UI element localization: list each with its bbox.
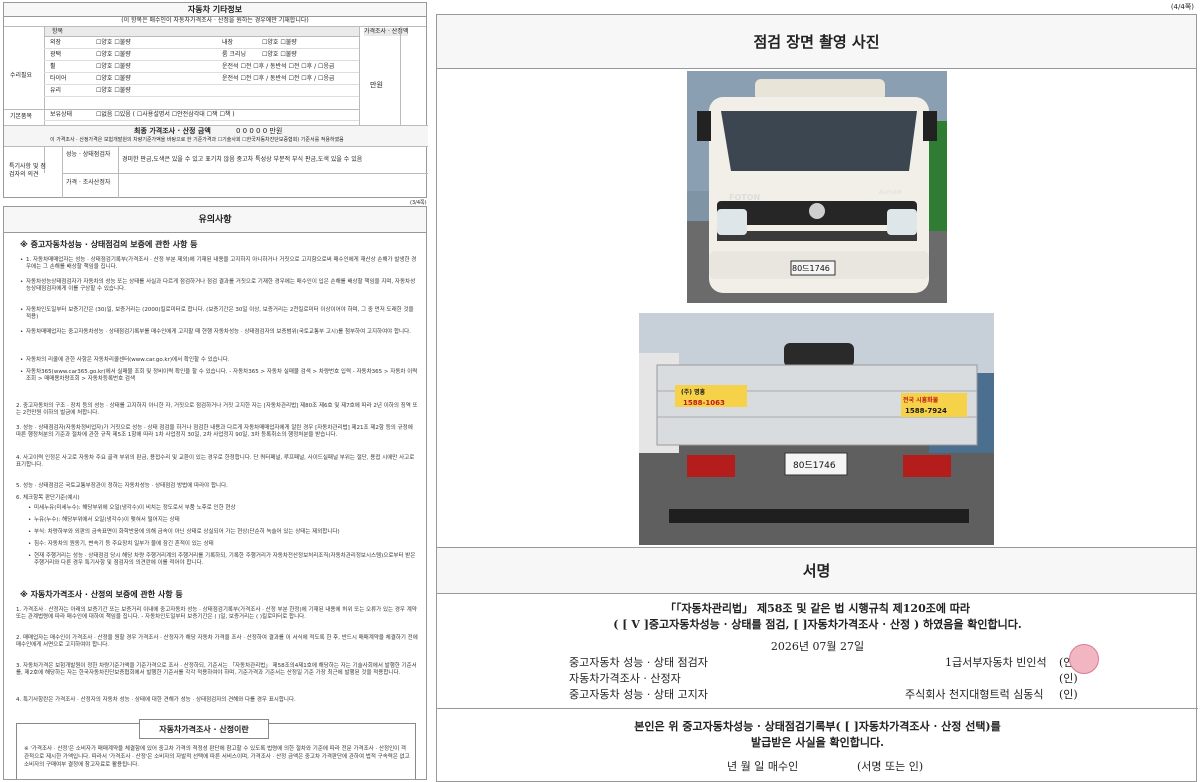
rear-plate: 80드1746 (793, 461, 836, 471)
gloss-checkbox[interactable]: ☐양호 ☐불량 (96, 49, 131, 61)
final-price-value: 0 0 0 0 0 만원 (236, 127, 283, 135)
signature-panel: 서명 「「자동차관리법」 제58조 및 같은 법 시행규칙 제120조에 따라 … (436, 548, 1198, 782)
panel-note: (이 항목은 매수인이 자동차가격조사 · 산정을 원하는 경우에만 기재합니다… (4, 17, 426, 27)
wheel-checkbox[interactable]: ☐양호 ☐불량 (96, 61, 131, 73)
vehicle-other-info-panel: 자동차 기타정보 (이 항목은 매수인이 자동차가격조사 · 산정을 원하는 경… (3, 2, 428, 198)
photo-panel-title: 점검 장면 촬영 사진 (437, 15, 1196, 69)
confirm-line-1: 본인은 위 중고자동차성능 · 상태점검기록부( [ ]자동차가격조사 · 산정… (634, 720, 1001, 733)
law-line-1: 「「자동차관리법」 제58조 및 같은 법 시행규칙 제120조에 따라 (664, 602, 971, 615)
appraiser-seal[interactable]: (인) (1059, 670, 1078, 686)
page-number-4: (4/4쪽) (1170, 3, 1194, 11)
buyer-line: 년 월 일 매수인 (727, 760, 799, 773)
law-line-2: ( [ V ]중고자동차성능 · 상태를 점검, [ ]자동차가격조사 · 산정… (613, 618, 1022, 631)
group-repair-label: 수리필요 (10, 72, 33, 79)
front-plate: 80드1746 (792, 264, 830, 273)
group-basic-label: 기본품목 (10, 113, 33, 120)
rear-sticker-phone-right: 1588-7924 (905, 407, 947, 415)
col-item-header: 항목 (52, 28, 64, 35)
glass-checkbox[interactable]: ☐양호 ☐불량 (96, 85, 131, 97)
price-unit: 만원 (370, 81, 383, 89)
exterior-checkbox[interactable]: ☐양호 ☐불량 (96, 37, 131, 49)
rear-sticker-company-left: (주) 명흥 (681, 389, 706, 396)
section-performance-warranty: ※ 중고자동차성능 · 상태점검의 보증에 관한 사항 등 (20, 240, 198, 249)
room-cleaning-checkbox[interactable]: ☐양호 ☐불량 (262, 49, 297, 61)
opinion-appraiser-label: 가격 · 조사산정자 (66, 179, 111, 186)
info-row: 외장 ☐양호 ☐불량 내장 ☐양호 ☐불량 (44, 37, 359, 49)
info-row: 타이어 ☐양호 ☐불량 운전석 ☐전 ☐후 / 동반석 ☐전 ☐후 / ☐응급 (44, 73, 359, 85)
buyer-signature[interactable]: (서명 또는 인) (857, 758, 923, 774)
tire-checkbox[interactable]: ☐양호 ☐불량 (96, 73, 131, 85)
opinion-label: 특기사항 및 점검자의 의견 (9, 163, 46, 178)
rear-sticker-phone-left: 1588-1063 (683, 399, 725, 407)
precautions-panel: 유의사항 ※ 중고자동차성능 · 상태점검의 보증에 관한 사항 등 1. 자동… (3, 206, 427, 780)
truck-brand: FOTON (729, 193, 761, 202)
wheel-position-checkbox[interactable]: 운전석 ☐전 ☐후 / 동반석 ☐전 ☐후 / ☐응급 (222, 61, 334, 73)
final-price-note: 이 가격조사 · 산정가격은 보험개발원의 차량기준가액을 바탕으로 한 기준가… (50, 137, 344, 143)
rear-sticker-company-right: 전국 시흥화물 (903, 397, 939, 404)
possession-checkbox[interactable]: ☐없음 ☐있음 ( ☐사용설명서 ☐안전삼각대 ☐잭 ☐책 ) (96, 109, 235, 121)
truck-rear-photo (639, 313, 994, 545)
precautions-title: 유의사항 (4, 207, 426, 233)
opinion-inspector-label: 성능 · 상태점검자 (66, 151, 111, 158)
opinion-inspector-text: 경미한 판금,도색은 있을 수 있고 표기치 않음 중고차 특성상 부분적 부식… (122, 156, 363, 163)
info-row: 유리 ☐양호 ☐불량 (44, 85, 359, 97)
info-row: 광택 ☐양호 ☐불량 룸 크리닝 ☐양호 ☐불량 (44, 49, 359, 61)
tire-position-checkbox[interactable]: 운전석 ☐전 ☐후 / 동반석 ☐전 ☐후 / ☐응급 (222, 73, 334, 85)
truck-model: Aumark (879, 189, 903, 196)
confirm-line-2: 발급받은 사실을 확인합니다. (751, 736, 884, 749)
final-price-label: 최종 가격조사 · 산정 금액 (134, 127, 211, 135)
appraiser-label: 자동차가격조사 · 산정자 (569, 672, 681, 685)
info-row: 휠 ☐양호 ☐불량 운전석 ☐전 ☐후 / 동반석 ☐전 ☐후 / ☐응급 (44, 61, 359, 73)
col-price-header: 가격조사 · 산정액 (364, 28, 409, 36)
inspector-value: 1급서부자동차 빈인석 (945, 656, 1047, 669)
section-price-warranty: ※ 자동차가격조사 · 산정의 보증에 관한 사항 등 (20, 590, 183, 599)
notifier-seal[interactable]: (인) (1059, 686, 1078, 702)
panel-title: 자동차 기타정보 (4, 3, 426, 17)
price-definition-title: 자동차가격조사 · 산정이란 (139, 719, 269, 739)
inspector-label: 중고자동차 성능 · 상태 점검자 (569, 656, 708, 669)
notifier-value: 주식회사 천지대형트럭 심동식 (905, 688, 1044, 701)
interior-checkbox[interactable]: ☐양호 ☐불량 (262, 37, 297, 49)
page-number-3: (3/4쪽) (410, 200, 427, 206)
inspection-photo-panel: 점검 장면 촬영 사진 FOTON Aumark 80드1746 (주) 명흥 … (436, 14, 1197, 548)
price-definition-text: ※ '가격조사 · 산정'은 소비자가 매매계약을 체결함에 있어 중고차 가격… (24, 746, 410, 768)
signature-title: 서명 (437, 548, 1196, 594)
notifier-label: 중고자동차 성능 · 상태 고지자 (569, 688, 708, 701)
info-row: 보유상태 ☐없음 ☐있음 ( ☐사용설명서 ☐안전삼각대 ☐잭 ☐책 ) (44, 109, 359, 121)
